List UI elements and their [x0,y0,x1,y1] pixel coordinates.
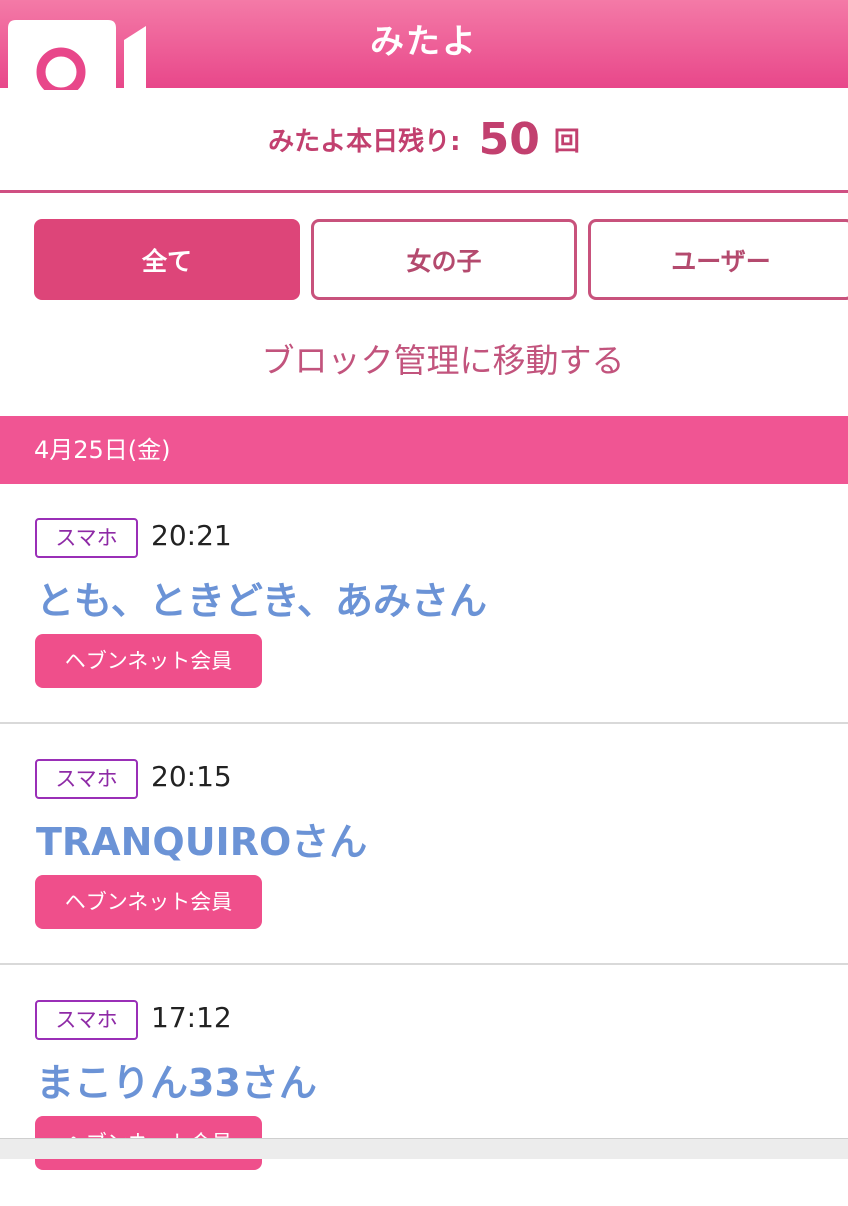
app-header: みたよ [0,0,848,90]
remaining-count: みたよ本日残り: 50 回 [0,88,848,190]
remaining-unit: 回 [553,126,580,157]
list-item[interactable]: スマホ 17:12 まこりん33さん ヘブンネット会員 [0,966,848,1206]
remaining-number: 50 [478,113,540,165]
bottom-bar [0,1138,848,1159]
member-badge: ヘブンネット会員 [35,875,262,929]
visit-time: 20:15 [151,760,232,793]
visitor-name[interactable]: まこりん33さん [36,1052,317,1107]
page-title: みたよ [370,22,478,62]
visitor-name[interactable]: TRANQUIROさん [36,811,367,866]
device-badge: スマホ [35,518,138,558]
list-item[interactable]: スマホ 20:21 とも、ときどき、あみさん ヘブンネット会員 [0,484,848,724]
list-item[interactable]: スマホ 20:15 TRANQUIROさん ヘブンネット会員 [0,725,848,965]
visitor-name[interactable]: とも、ときどき、あみさん [36,570,487,625]
device-badge: スマホ [35,759,138,799]
divider [0,190,848,193]
member-badge: ヘブンネット会員 [35,634,262,688]
remaining-label: みたよ本日残り: [268,126,461,157]
visit-time: 20:21 [151,519,232,552]
device-badge: スマホ [35,1000,138,1040]
block-management-link[interactable]: ブロック管理に移動する [0,334,848,382]
tab-users[interactable]: ユーザー [588,219,848,300]
visit-time: 17:12 [151,1001,232,1034]
tab-girls[interactable]: 女の子 [311,219,577,300]
tab-all[interactable]: 全て [34,219,300,300]
date-header: 4月25日(金) [0,416,848,484]
